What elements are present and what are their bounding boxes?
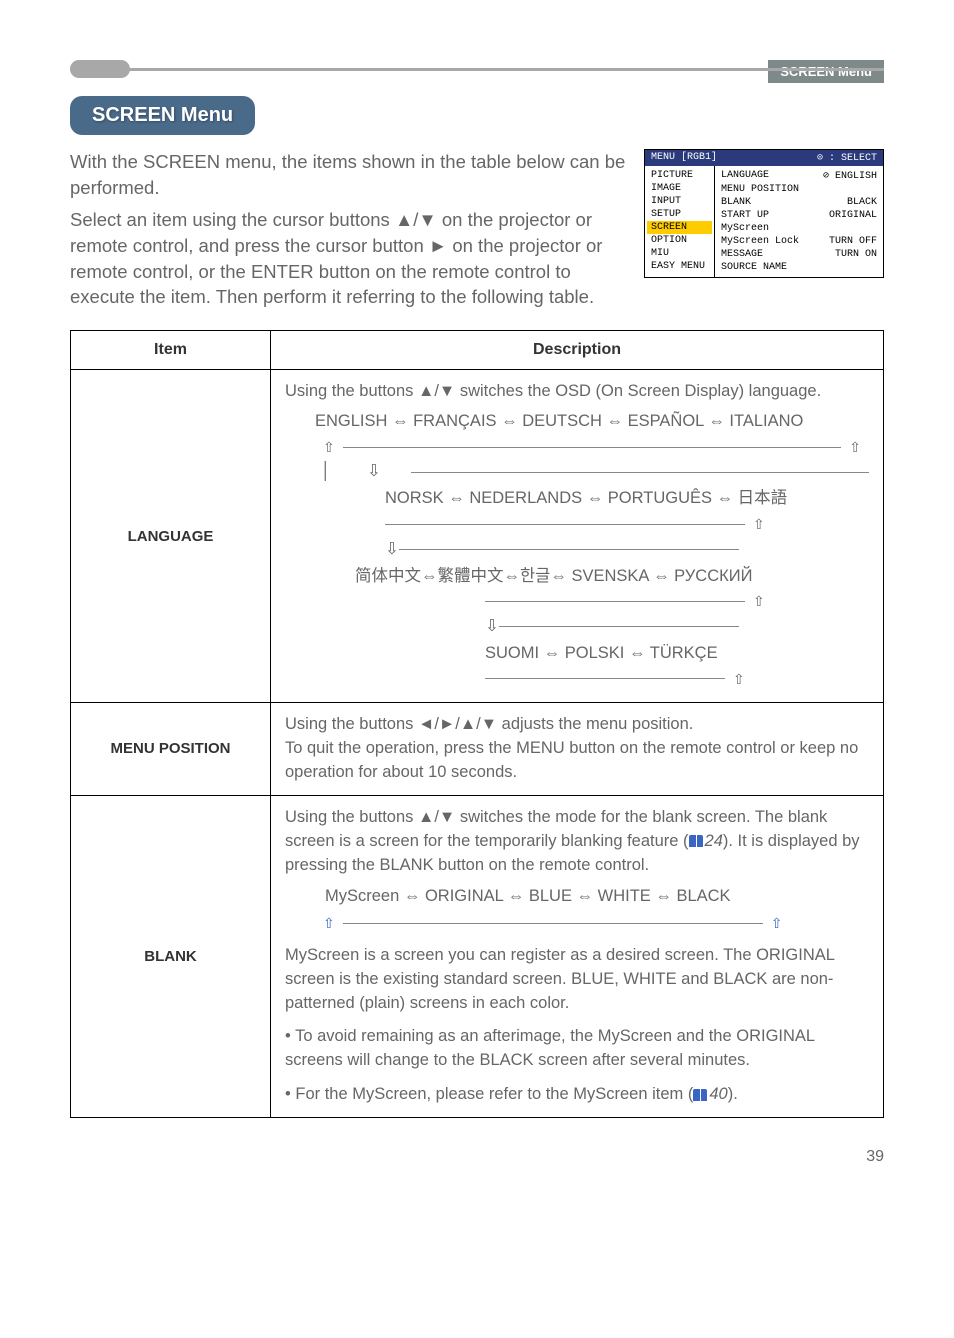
blank-p1: Using the buttons ▲/▼ switches the mode … xyxy=(285,806,869,878)
intro-text: With the SCREEN menu, the items shown in… xyxy=(70,149,628,310)
page-number: 39 xyxy=(70,1148,884,1166)
osd-header-right: ⊙ : SELECT xyxy=(817,152,877,164)
header-description: Description xyxy=(271,331,884,370)
down-arrow-icon: ⇩ xyxy=(367,460,381,484)
lang-row-3: 简体中文⇔繁體中文⇔한글⇔ SVENSKA ⇔ РУССКИЙ xyxy=(355,565,752,589)
osd-header: MENU [RGB1] ⊙ : SELECT xyxy=(645,150,883,166)
blank-ref-40: 40 xyxy=(709,1085,727,1103)
blank-cycle: MyScreen ⇔ ORIGINAL ⇔ BLUE ⇔ WHITE ⇔ BLA… xyxy=(325,885,869,909)
desc-menu-position: Using the buttons ◄/►/▲/▼ adjusts the me… xyxy=(271,702,884,795)
osd-row-label: MyScreen xyxy=(721,223,769,234)
osd-left-item: MIU xyxy=(647,247,712,260)
down-arrow-icon: ⇩ xyxy=(485,615,499,639)
osd-row-label: SOURCE NAME xyxy=(721,262,787,273)
blank-p4a: • For the MyScreen, please refer to the … xyxy=(285,1085,693,1103)
item-blank: BLANK xyxy=(71,795,271,1118)
section-label: SCREEN Menu xyxy=(768,60,884,83)
blank-p2: MyScreen is a screen you can register as… xyxy=(285,944,869,1016)
osd-left-column: PICTURE IMAGE INPUT SETUP SCREEN OPTION … xyxy=(645,166,715,277)
up-arrow-icon: ⇧ xyxy=(745,591,773,611)
osd-row-label: MESSAGE xyxy=(721,249,763,260)
blank-p4b: ). xyxy=(728,1085,738,1103)
osd-row: BLANK BLACK xyxy=(719,196,879,209)
header-decoration xyxy=(70,60,884,78)
osd-right-column: LANGUAGE⊘ ENGLISH MENU POSITION BLANKBLA… xyxy=(715,166,883,277)
osd-row-value: ⊘ ENGLISH xyxy=(823,170,877,182)
osd-left-item: IMAGE xyxy=(647,182,712,195)
desc-blank: Using the buttons ▲/▼ switches the mode … xyxy=(271,795,884,1118)
blank-p3: • To avoid remaining as an afterimage, t… xyxy=(285,1025,869,1073)
osd-row: MyScreen xyxy=(719,222,879,235)
osd-row: MyScreen Lock TURN OFF xyxy=(719,235,879,248)
main-table: Item Description LANGUAGE Using the butt… xyxy=(70,330,884,1118)
osd-row-label: LANGUAGE xyxy=(721,170,769,182)
up-arrow-icon: ⇧ xyxy=(315,437,343,457)
osd-row: START UP ORIGINAL xyxy=(719,209,879,222)
osd-row: LANGUAGE ⊘ ENGLISH xyxy=(719,169,879,183)
book-icon xyxy=(689,835,703,847)
blank-p4: • For the MyScreen, please refer to the … xyxy=(285,1083,869,1107)
osd-menu-preview: MENU [RGB1] ⊙ : SELECT PICTURE IMAGE INP… xyxy=(644,149,884,278)
table-row-language: LANGUAGE Using the buttons ▲/▼ switches … xyxy=(71,370,884,703)
osd-row: SOURCE NAME xyxy=(719,261,879,274)
osd-row-label: BLANK xyxy=(721,197,751,208)
decoration-line xyxy=(126,68,884,71)
osd-row-label: MyScreen Lock xyxy=(721,236,799,247)
osd-header-left: MENU [RGB1] xyxy=(651,152,717,164)
osd-left-item: PICTURE xyxy=(647,169,712,182)
decoration-pill xyxy=(70,60,130,78)
up-arrow-icon: ⇧ xyxy=(841,437,869,457)
up-arrow-icon: ⇧ xyxy=(745,514,773,534)
desc-language: Using the buttons ▲/▼ switches the OSD (… xyxy=(271,370,884,703)
down-arrow-icon: ⇩ xyxy=(385,538,399,562)
osd-row: MESSAGE TURN ON xyxy=(719,248,879,261)
osd-row-label: MENU POSITION xyxy=(721,184,799,195)
osd-row-value: TURN ON xyxy=(835,249,877,260)
page-title: SCREEN Menu xyxy=(70,96,255,135)
up-arrow-icon: ⇧ xyxy=(315,913,343,933)
cycle-connector: ⇧ ⇧ xyxy=(315,913,869,933)
lang-row-2: NORSK ⇔ NEDERLANDS ⇔ PORTUGUÊS ⇔ 日本語 xyxy=(385,487,787,511)
language-ladder: ENGLISH ⇔ FRANÇAIS ⇔ DEUTSCH ⇔ ESPAÑOL ⇔… xyxy=(285,410,869,689)
header-item: Item xyxy=(71,331,271,370)
osd-left-item: EASY MENU xyxy=(647,260,712,273)
lang-row-1: ENGLISH ⇔ FRANÇAIS ⇔ DEUTSCH ⇔ ESPAÑOL ⇔… xyxy=(315,410,803,434)
osd-left-item: OPTION xyxy=(647,234,712,247)
up-arrow-icon: ⇧ xyxy=(725,669,753,689)
osd-row-label: START UP xyxy=(721,210,769,221)
table-header-row: Item Description xyxy=(71,331,884,370)
intro-paragraph-1: With the SCREEN menu, the items shown in… xyxy=(70,149,628,201)
osd-left-item: INPUT xyxy=(647,195,712,208)
lang-intro: Using the buttons ▲/▼ switches the OSD (… xyxy=(285,380,869,404)
book-icon xyxy=(693,1089,707,1101)
osd-left-item-selected: SCREEN xyxy=(647,221,712,234)
osd-row: MENU POSITION xyxy=(719,183,879,196)
item-language: LANGUAGE xyxy=(71,370,271,703)
intro-paragraph-2: Select an item using the cursor buttons … xyxy=(70,207,628,311)
table-row-blank: BLANK Using the buttons ▲/▼ switches the… xyxy=(71,795,884,1118)
lang-row-4: SUOMI ⇔ POLSKI ⇔ TÜRKÇE xyxy=(485,642,718,666)
up-arrow-icon: ⇧ xyxy=(763,913,791,933)
osd-row-value: ORIGINAL xyxy=(829,210,877,221)
blank-ref-24: 24 xyxy=(705,832,723,850)
osd-row-value: TURN OFF xyxy=(829,236,877,247)
item-menu-position: MENU POSITION xyxy=(71,702,271,795)
osd-row-value: BLACK xyxy=(847,197,877,208)
osd-left-item: SETUP xyxy=(647,208,712,221)
table-row-menu-position: MENU POSITION Using the buttons ◄/►/▲/▼ … xyxy=(71,702,884,795)
